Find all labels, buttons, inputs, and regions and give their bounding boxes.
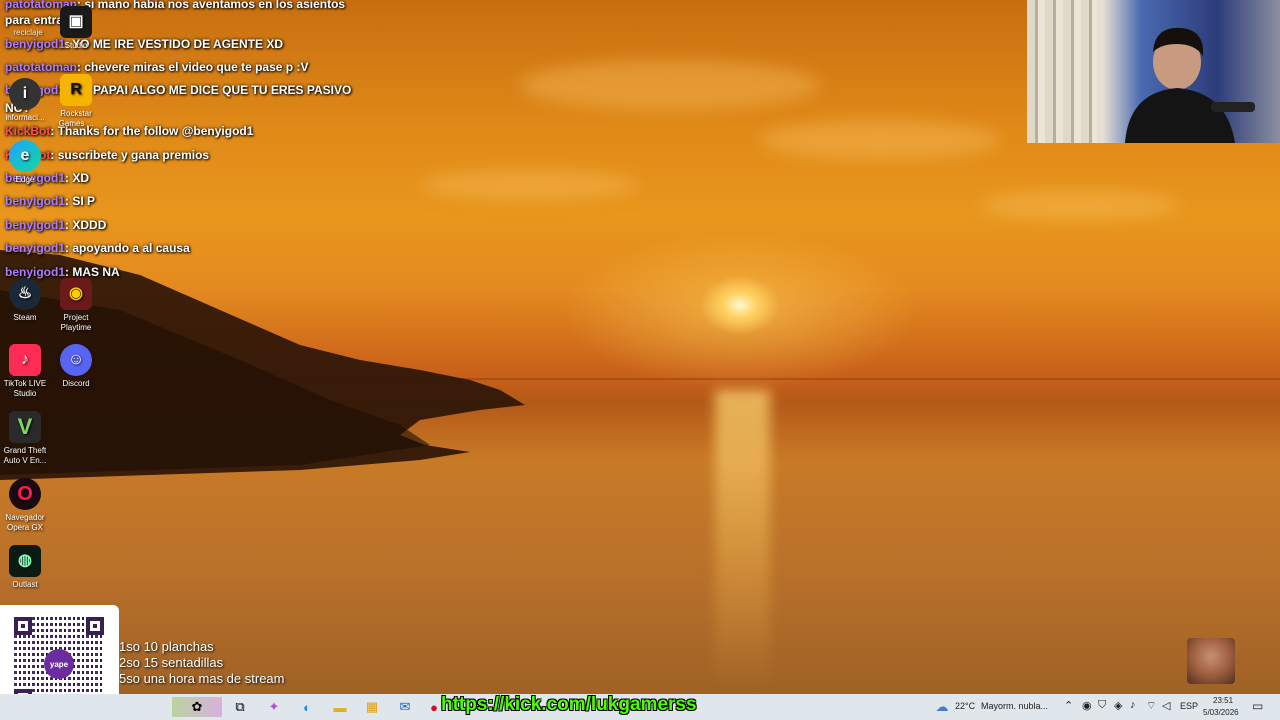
desktop-icon-label: informaci...	[5, 113, 45, 122]
roblox-studio-icon: ▣	[60, 6, 92, 38]
language-indicator[interactable]: ESP	[1180, 701, 1198, 711]
tray-shield-icon[interactable]: ⛉	[1098, 699, 1106, 712]
desktop-icon-steam[interactable]: ♨ Steam	[0, 278, 53, 323]
tiktok-icon: ♪	[9, 344, 41, 376]
promo-line: 5so una hora mas de stream	[119, 671, 285, 686]
outlast-icon: ◍	[9, 545, 41, 577]
yape-logo: yape	[44, 649, 74, 679]
desktop-icon-label: Navegador Opera GX	[5, 513, 45, 532]
chat-line: benyigod1: SI P	[5, 194, 96, 208]
desktop-icon-label: Project Playtime	[60, 313, 92, 332]
steam-icon: ♨	[9, 278, 41, 310]
desktop-icon-label: Edge	[15, 175, 35, 184]
file-explorer-icon[interactable]: ▬	[330, 697, 350, 717]
desktop-icon-roblox-studio[interactable]: ▣ Studio	[48, 6, 104, 51]
desktop-icon-label: Discord	[62, 379, 90, 388]
tray-mic-icon[interactable]: ♪	[1130, 699, 1136, 711]
desktop-icon-discord[interactable]: ☺ Discord	[48, 344, 104, 389]
desktop-icon-info[interactable]: i informaci...	[0, 78, 53, 123]
desktop-icon-label: Studio	[64, 41, 88, 50]
desktop-icon-opera-gx[interactable]: O Navegador Opera GX	[0, 478, 53, 533]
edge-taskbar-icon[interactable]: ◐	[297, 697, 317, 717]
desktop-icon-tiktok[interactable]: ♪ TikTok LIVE Studio	[0, 344, 53, 399]
chat-line: benyigod1: XDDD	[5, 218, 107, 232]
info-icon: i	[9, 78, 41, 110]
project-playtime-icon: ◉	[60, 278, 92, 310]
webcam-overlay	[1027, 0, 1280, 143]
desktop-icon-label: Outlast	[12, 580, 38, 589]
weather-desc[interactable]: Mayorm. nubla...	[981, 701, 1048, 711]
chat-line: benyigod1: MAS NA	[5, 265, 120, 279]
chat-line: KickBot: Thanks for the follow @benyigod…	[5, 124, 254, 138]
desktop-icon-label: reciclaje	[13, 28, 43, 37]
task-view-icon[interactable]: ⧉	[230, 697, 250, 717]
chat-line: benyigod1: YO ME IRE VESTIDO DE AGENTE X…	[5, 37, 284, 51]
weather-icon[interactable]: ☁	[932, 697, 952, 717]
promo-line: 1so 10 planchas	[119, 639, 214, 654]
clock-date[interactable]: 5/03/2026	[1203, 708, 1239, 717]
desktop-icon-label: Grand Theft Auto V En...	[3, 446, 47, 465]
chat-line: benyigod1: apoyando a al causa	[5, 241, 190, 255]
rockstar-icon: R	[60, 74, 92, 106]
desktop-icon-label: Steam	[13, 313, 37, 322]
notifications-icon[interactable]: ▭	[1252, 699, 1263, 713]
opera-gx-icon: O	[9, 478, 41, 510]
desktop-icon-outlast[interactable]: ◍ Outlast	[0, 545, 53, 590]
copilot-icon[interactable]: ✦	[264, 697, 284, 717]
desktop-icon-rockstar[interactable]: R Rockstar Games ...	[48, 74, 104, 129]
promo-line: 2so 15 sentadillas	[119, 655, 224, 670]
store-icon[interactable]: ▦	[362, 697, 382, 717]
widgets-flowers-icon[interactable]: ✿	[172, 697, 222, 717]
tray-wifi-icon[interactable]: ⌔	[1146, 699, 1156, 713]
streamer-silhouette	[1125, 27, 1255, 143]
desktop-icon-gta[interactable]: V Grand Theft Auto V En...	[0, 411, 53, 466]
tray-volume-icon[interactable]: ◁	[1162, 699, 1170, 712]
desktop-icon-label: Rockstar Games ...	[58, 109, 94, 128]
gta-icon: V	[9, 411, 41, 443]
tray-record-icon[interactable]: ◉	[1082, 699, 1092, 712]
weather-temp[interactable]: 22°C	[955, 701, 975, 711]
emote-image	[1187, 638, 1235, 684]
chat-line: patotatoman: chevere miras el video que …	[5, 60, 309, 74]
discord-icon: ☺	[60, 344, 92, 376]
sun	[700, 275, 780, 335]
tray-chevron-up-icon[interactable]: ⌃	[1064, 699, 1073, 712]
desktop-icon-project-playtime[interactable]: ◉ Project Playtime	[48, 278, 104, 333]
outlook-icon[interactable]: ✉	[395, 697, 415, 717]
desktop-icon-label: TikTok LIVE Studio	[3, 379, 47, 398]
desktop-icon-edge[interactable]: e Edge	[0, 140, 53, 185]
edge-icon: e	[9, 140, 41, 172]
kick-channel-url: https://kick.com/lukgamerss	[441, 694, 697, 715]
clock-time[interactable]: 23:51	[1213, 696, 1233, 705]
tray-network-icon[interactable]: ◈	[1114, 699, 1122, 712]
